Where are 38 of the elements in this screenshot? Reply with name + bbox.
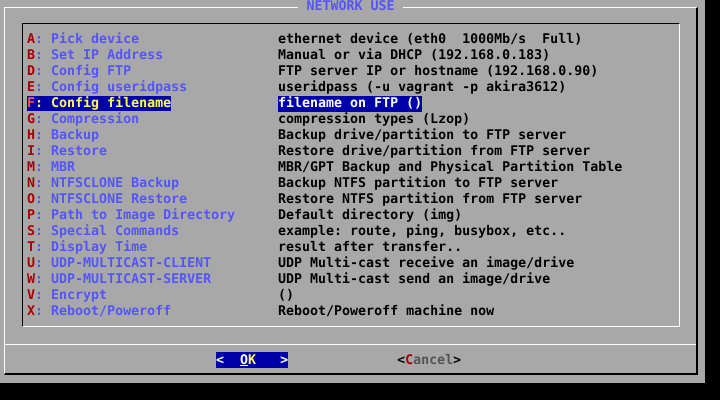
menu-option[interactable]: T: Display Time [27,240,148,255]
menu-option[interactable]: A: Pick device [27,32,140,47]
option-description: Backup NTFS partition to FTP server [278,176,558,192]
menu-option[interactable]: X: Reboot/Poweroff [27,304,172,319]
option-description: Manual or via DHCP (192.168.0.183) [278,48,550,64]
dialog-button[interactable]: <Cancel> [397,352,462,368]
option-description: UDP Multi-cast send an image/drive [278,272,550,288]
menu-option[interactable]: E: Config useridpass [27,80,188,95]
menu-option[interactable]: I: Restore [27,144,108,159]
option-description: Restore NTFS partition from FTP server [278,192,582,208]
option-description: () [278,288,294,304]
menu-option[interactable]: N: NTFSCLONE Backup [27,176,180,191]
menu-option[interactable]: F: Config filename [27,96,172,111]
option-description: Backup drive/partition to FTP server [278,128,566,144]
option-description: result after transfer.. [278,240,462,256]
menu-option[interactable]: U: UDP-MULTICAST-CLIENT [27,256,212,271]
menu-option[interactable]: D: Config FTP [27,64,132,79]
menu-option[interactable]: B: Set IP Address [27,48,164,63]
option-description: Restore drive/partition from FTP server [278,144,590,160]
option-description: ethernet device (eth0 1000Mb/s Full) [278,32,582,48]
option-description: compression types (Lzop) [278,112,470,128]
option-description: MBR/GPT Backup and Physical Partition Table [278,160,622,176]
dialog-button[interactable]: < OK > [216,352,288,368]
menu-option[interactable]: O: NTFSCLONE Restore [27,192,188,207]
menu-option[interactable]: W: UDP-MULTICAST-SERVER [27,272,212,287]
menu-option[interactable]: M: MBR [27,160,76,175]
option-description: FTP server IP or hostname (192.168.0.90) [278,64,598,80]
option-description: UDP Multi-cast receive an image/drive [278,256,574,272]
option-description: useridpass (-u vagrant -p akira3612) [278,80,566,96]
option-description: filename on FTP () [278,96,422,112]
menu-option[interactable]: P: Path to Image Directory [27,208,236,223]
menu-option[interactable]: H: Backup [27,128,100,143]
option-description: example: route, ping, busybox, etc.. [278,224,566,240]
option-description: Reboot/Poweroff machine now [278,304,494,320]
menu-option[interactable]: V: Encrypt [27,288,108,303]
menu-option[interactable]: S: Special Commands [27,224,180,239]
menu-option[interactable]: G: Compression [27,112,140,127]
option-description: Default directory (img) [278,208,462,224]
